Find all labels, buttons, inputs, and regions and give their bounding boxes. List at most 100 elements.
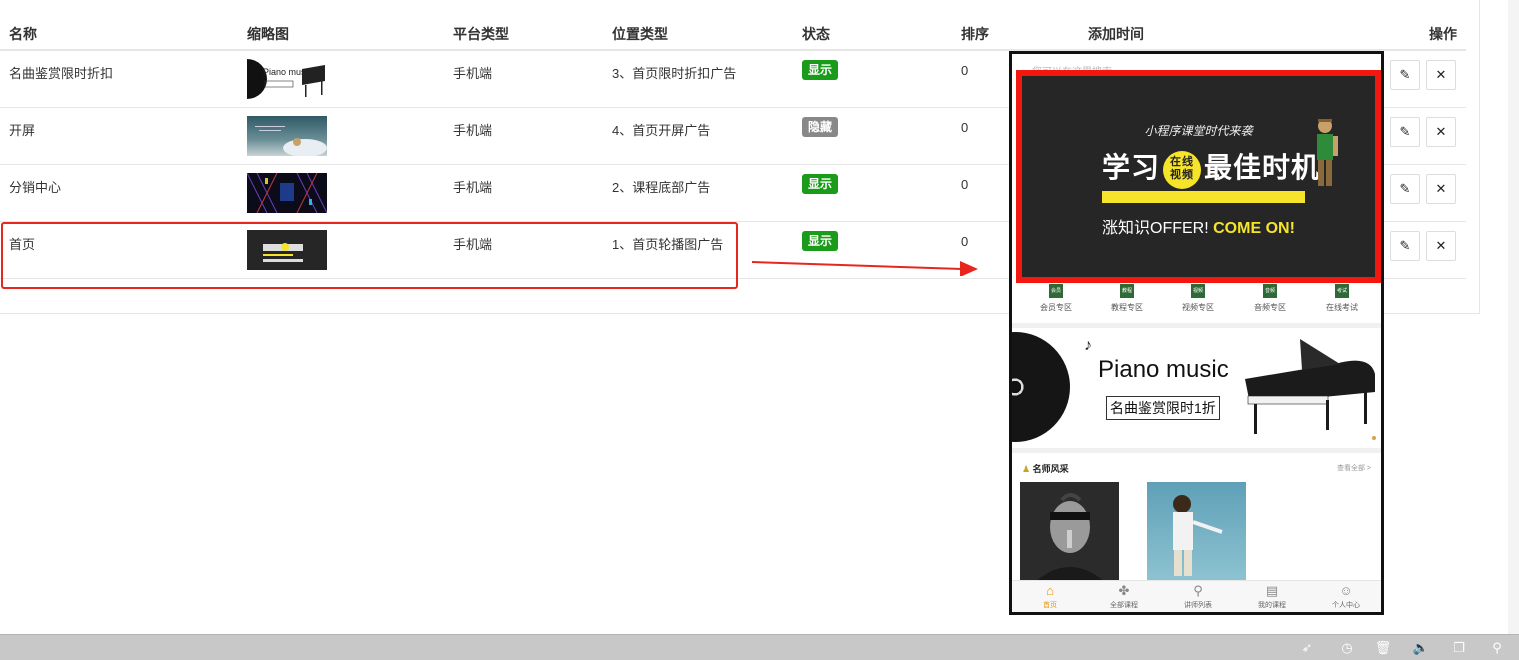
tab-teachers[interactable]: ⚲ 讲师列表	[1168, 584, 1228, 610]
banner-headline: 学习 在线 视频 最佳时机	[1102, 146, 1320, 189]
row-platform: 手机端	[453, 180, 493, 195]
bottom-taskbar: ➶ ◷ 🗑 🔈 ❐ ⚲	[0, 634, 1519, 660]
row-platform: 手机端	[453, 66, 493, 81]
nav-label: 视频专区	[1182, 303, 1214, 312]
tab-profile[interactable]: ☺ 个人中心	[1316, 584, 1376, 610]
vertical-scrollbar[interactable]	[1508, 0, 1519, 634]
delete-button[interactable]: ✕	[1426, 174, 1456, 204]
exam-icon: 考试	[1335, 284, 1349, 298]
col-status: 状态	[802, 26, 830, 42]
nav-item-tutorial[interactable]: 教程 教程专区	[1097, 284, 1157, 313]
close-icon: ✕	[1435, 67, 1447, 82]
close-icon: ✕	[1435, 181, 1447, 196]
piano-title: Piano music	[1098, 356, 1229, 383]
row-name: 分销中心	[9, 180, 62, 195]
tab-label: 首页	[1043, 602, 1057, 609]
audio-icon: 音频	[1263, 284, 1277, 298]
category-nav: 会员 会员专区 教程 教程专区 视频 视频专区 音频 音频专区 考试 在线考试	[1012, 284, 1381, 320]
view-all-link[interactable]: 查看全部 >	[1337, 463, 1371, 473]
annotation-arrow	[751, 261, 978, 276]
row-sort: 0	[961, 234, 969, 249]
delete-button[interactable]: ✕	[1426, 117, 1456, 147]
teachers-title-text: 名师风采	[1032, 464, 1069, 474]
member-icon: 会员	[1049, 284, 1063, 298]
banner-yellow-bar	[1102, 191, 1305, 203]
pencil-icon: ✎	[1399, 238, 1411, 253]
row-name: 开屏	[9, 123, 36, 138]
user-icon: ♟	[1022, 464, 1031, 474]
row-position: 4、首页开屏广告	[612, 123, 711, 138]
thumbnail-distribution[interactable]	[247, 173, 327, 213]
nav-item-exam[interactable]: 考试 在线考试	[1312, 284, 1372, 313]
nav-item-member[interactable]: 会员 会员专区	[1026, 284, 1086, 313]
edit-button[interactable]: ✎	[1390, 174, 1420, 204]
banner-headline-left: 学习	[1102, 152, 1161, 183]
nav-item-audio[interactable]: 音频 音频专区	[1240, 284, 1300, 313]
section-divider	[1012, 323, 1381, 328]
banner-circle-badge: 在线 视频	[1163, 150, 1202, 189]
status-badge[interactable]: 显示	[802, 60, 839, 80]
col-position: 位置类型	[612, 26, 668, 42]
volume-icon[interactable]: 🔈	[1412, 639, 1430, 657]
slogan-yellow: COME ON!	[1213, 220, 1295, 237]
tab-home[interactable]: ⌂ 首页	[1020, 584, 1080, 610]
slogan-white: 涨知识OFFER!	[1102, 220, 1209, 237]
window-icon[interactable]: ❐	[1450, 639, 1468, 657]
table-header: 名称 缩略图 平台类型 位置类型 状态 排序 添加时间 操作	[0, 0, 1466, 51]
edit-button[interactable]: ✎	[1390, 60, 1420, 90]
circle-top: 在线	[1170, 155, 1195, 168]
row-position: 2、课程底部广告	[612, 180, 711, 195]
tab-my-courses[interactable]: ▤ 我的课程	[1242, 584, 1302, 610]
edit-button[interactable]: ✎	[1390, 117, 1420, 147]
nav-label: 音频专区	[1254, 303, 1286, 312]
row-sort: 0	[961, 177, 969, 192]
tutorial-icon: 教程	[1120, 284, 1134, 298]
row-platform: 手机端	[453, 123, 493, 138]
nav-label: 在线考试	[1326, 303, 1358, 312]
tab-all-courses[interactable]: ✤ 全部课程	[1094, 584, 1154, 610]
nav-label: 会员专区	[1040, 303, 1072, 312]
mobile-preview: 您可以在这里搜索 小程序课堂时代来袭 学习在线视频最佳时机 涨知识OFFER! …	[1009, 51, 1384, 615]
tab-label: 个人中心	[1332, 602, 1360, 609]
circle-bottom: 视频	[1170, 168, 1195, 181]
nav-item-video[interactable]: 视频 视频专区	[1168, 284, 1228, 313]
highlight-annotation-box	[1, 222, 738, 289]
mascot-illustration	[1317, 119, 1338, 186]
search-icon: ⚲	[1193, 583, 1203, 598]
grid-icon: ✤	[1118, 583, 1130, 598]
teachers-section-title: ♟ 名师风采	[1022, 462, 1069, 475]
status-badge[interactable]: 隐藏	[802, 117, 839, 137]
clock-icon[interactable]: ◷	[1338, 639, 1356, 657]
pencil-icon: ✎	[1399, 181, 1411, 196]
banner-headline-right: 最佳时机	[1204, 152, 1321, 183]
tab-label: 全部课程	[1110, 602, 1138, 609]
trash-icon[interactable]: 🗑	[1374, 639, 1392, 657]
pencil-icon: ✎	[1399, 67, 1411, 82]
close-icon: ✕	[1435, 238, 1447, 253]
thumbnail-splash[interactable]	[247, 116, 327, 156]
piano-promo-banner[interactable]: ♪ Piano music 名曲鉴赏限时1折	[1012, 329, 1381, 446]
col-time: 添加时间	[1088, 26, 1144, 42]
home-icon: ⌂	[1046, 583, 1054, 598]
row-position: 3、首页限时折扣广告	[612, 66, 737, 81]
screen: 名称 缩略图 平台类型 位置类型 状态 排序 添加时间 操作 名曲鉴赏限时折扣 …	[0, 0, 1519, 660]
home-carousel-banner[interactable]: 小程序课堂时代来袭 学习 在线 视频 最佳时机 涨知识OFFER! COME ON!	[1016, 70, 1381, 283]
pencil-icon: ✎	[1399, 124, 1411, 139]
col-sort: 排序	[961, 26, 989, 42]
close-icon: ✕	[1435, 124, 1447, 139]
section-divider	[1012, 448, 1381, 453]
delete-button[interactable]: ✕	[1426, 231, 1456, 261]
edit-button[interactable]: ✎	[1390, 231, 1420, 261]
thumbnail-piano[interactable]: Piano music	[247, 59, 327, 99]
status-badge[interactable]: 显示	[802, 231, 839, 251]
status-badge[interactable]: 显示	[802, 174, 839, 194]
teacher-photo[interactable]	[1147, 482, 1246, 582]
row-sort: 0	[961, 63, 969, 78]
search-icon[interactable]: ⚲	[1488, 639, 1506, 657]
row-name: 名曲鉴赏限时折扣	[9, 66, 114, 81]
nav-label: 教程专区	[1111, 303, 1143, 312]
rocket-icon[interactable]: ➶	[1298, 639, 1316, 657]
video-icon: 视频	[1191, 284, 1205, 298]
teacher-photo[interactable]	[1020, 482, 1119, 582]
delete-button[interactable]: ✕	[1426, 60, 1456, 90]
